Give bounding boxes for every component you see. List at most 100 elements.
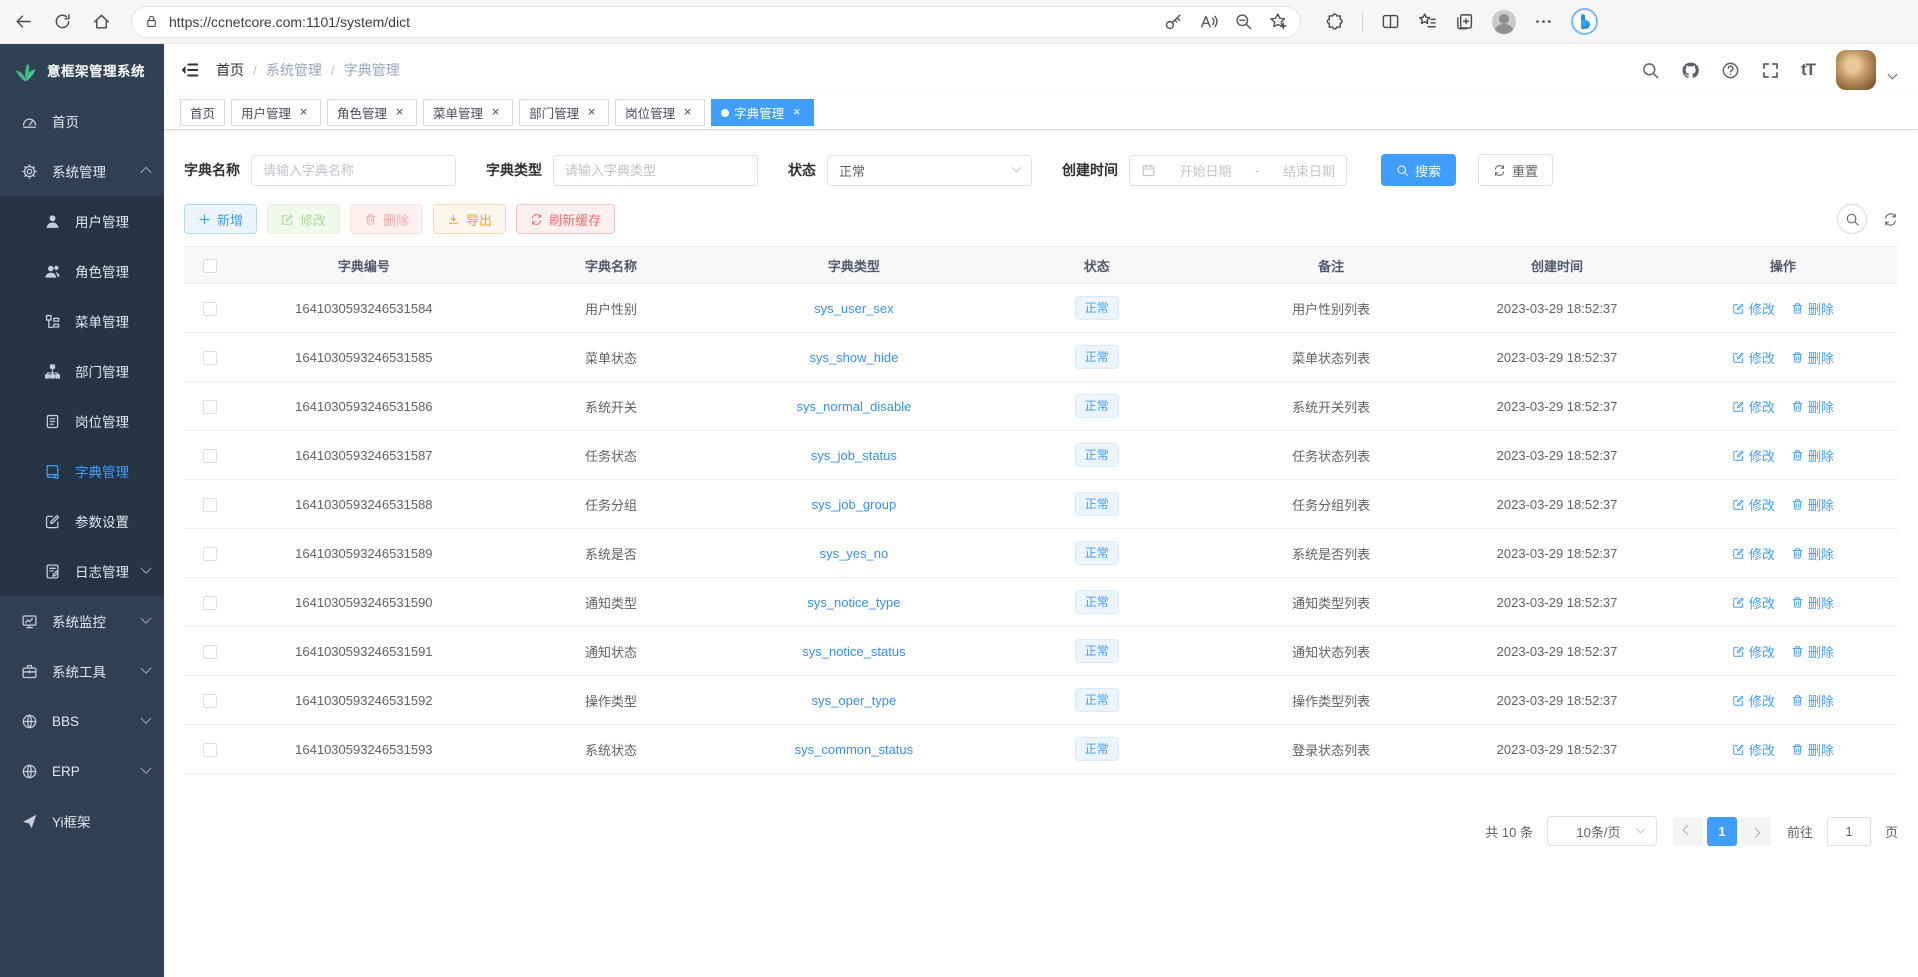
- row-edit-button[interactable]: 修改: [1732, 397, 1775, 416]
- row-edit-button[interactable]: 修改: [1732, 544, 1775, 563]
- tab-dict-mgmt[interactable]: 字典管理×: [711, 99, 814, 126]
- browser-back-icon[interactable]: [14, 12, 33, 31]
- row-checkbox[interactable]: [203, 302, 217, 316]
- status-select[interactable]: 正常: [827, 155, 1032, 186]
- add-button[interactable]: 新增: [184, 204, 257, 234]
- refresh-table-icon[interactable]: [1883, 212, 1898, 227]
- row-delete-button[interactable]: 删除: [1791, 495, 1834, 514]
- tab-menu-mgmt[interactable]: 菜单管理×: [423, 99, 513, 126]
- dict-type-link[interactable]: sys_oper_type: [812, 693, 897, 708]
- close-icon[interactable]: ×: [392, 105, 407, 120]
- row-delete-button[interactable]: 删除: [1791, 544, 1834, 563]
- url-text[interactable]: https://ccnetcore.com:1101/system/dict: [169, 14, 1154, 30]
- close-icon[interactable]: ×: [680, 105, 695, 120]
- row-delete-button[interactable]: 删除: [1791, 299, 1834, 318]
- row-edit-button[interactable]: 修改: [1732, 593, 1775, 612]
- more-menu-icon[interactable]: [1534, 12, 1553, 31]
- sidebar-item-dict-mgmt[interactable]: 字典管理: [0, 446, 164, 496]
- close-icon[interactable]: ×: [296, 105, 311, 120]
- bing-chat-icon[interactable]: [1571, 8, 1598, 35]
- date-end-placeholder[interactable]: 结束日期: [1283, 161, 1335, 180]
- sidebar-item-user-mgmt[interactable]: 用户管理: [0, 196, 164, 246]
- page-1-button[interactable]: 1: [1707, 817, 1737, 846]
- favorites-list-icon[interactable]: [1418, 12, 1437, 31]
- row-checkbox[interactable]: [203, 400, 217, 414]
- zoom-out-icon[interactable]: [1234, 12, 1253, 31]
- row-delete-button[interactable]: 删除: [1791, 642, 1834, 661]
- row-checkbox[interactable]: [203, 743, 217, 757]
- row-delete-button[interactable]: 删除: [1791, 446, 1834, 465]
- row-edit-button[interactable]: 修改: [1732, 691, 1775, 710]
- tab-role-mgmt[interactable]: 角色管理×: [327, 99, 417, 126]
- row-checkbox[interactable]: [203, 351, 217, 365]
- sidebar-item-dept-mgmt[interactable]: 部门管理: [0, 346, 164, 396]
- split-screen-icon[interactable]: [1381, 12, 1400, 31]
- sidebar-collapse-icon[interactable]: [180, 60, 200, 80]
- date-range-picker[interactable]: 开始日期 - 结束日期: [1129, 155, 1347, 186]
- sidebar-item-post-mgmt[interactable]: 岗位管理: [0, 396, 164, 446]
- dict-type-link[interactable]: sys_normal_disable: [796, 399, 911, 414]
- read-aloud-icon[interactable]: [1199, 12, 1218, 31]
- row-checkbox[interactable]: [203, 694, 217, 708]
- sidebar-item-param-settings[interactable]: 参数设置: [0, 496, 164, 546]
- row-edit-button[interactable]: 修改: [1732, 642, 1775, 661]
- sidebar-item-bbs[interactable]: BBS: [0, 696, 164, 746]
- export-button[interactable]: 导出: [433, 204, 506, 234]
- sidebar-item-yi-framework[interactable]: Yi框架: [0, 796, 164, 846]
- breadcrumb-system[interactable]: 系统管理: [266, 60, 322, 80]
- dict-type-link[interactable]: sys_job_group: [812, 497, 897, 512]
- row-checkbox[interactable]: [203, 449, 217, 463]
- dict-type-link[interactable]: sys_user_sex: [814, 301, 893, 316]
- row-delete-button[interactable]: 删除: [1791, 397, 1834, 416]
- search-button[interactable]: 搜索: [1381, 154, 1456, 186]
- dict-type-link[interactable]: sys_yes_no: [820, 546, 889, 561]
- header-search-icon[interactable]: [1641, 61, 1660, 80]
- goto-page-input[interactable]: [1827, 817, 1871, 846]
- dict-type-link[interactable]: sys_notice_status: [802, 644, 905, 659]
- sidebar-item-system-tools[interactable]: 系统工具: [0, 646, 164, 696]
- edit-button[interactable]: 修改: [267, 204, 340, 234]
- sidebar-item-log-mgmt[interactable]: 日志管理: [0, 546, 164, 596]
- delete-button[interactable]: 删除: [350, 204, 423, 234]
- toggle-search-button[interactable]: [1837, 204, 1867, 234]
- row-checkbox[interactable]: [203, 547, 217, 561]
- refresh-cache-button[interactable]: 刷新缓存: [516, 204, 615, 234]
- next-page-button[interactable]: [1741, 817, 1771, 846]
- lock-icon[interactable]: [144, 14, 159, 29]
- row-delete-button[interactable]: 删除: [1791, 593, 1834, 612]
- collections-icon[interactable]: [1455, 12, 1474, 31]
- app-logo-row[interactable]: 意框架管理系统: [0, 44, 164, 96]
- select-all-checkbox[interactable]: [203, 259, 217, 273]
- dict-type-link[interactable]: sys_job_status: [811, 448, 897, 463]
- browser-profile-avatar[interactable]: [1492, 10, 1516, 34]
- dict-type-link[interactable]: sys_notice_type: [807, 595, 900, 610]
- date-start-placeholder[interactable]: 开始日期: [1180, 161, 1232, 180]
- dict-type-input[interactable]: [553, 155, 758, 186]
- row-edit-button[interactable]: 修改: [1732, 348, 1775, 367]
- row-checkbox[interactable]: [203, 498, 217, 512]
- row-delete-button[interactable]: 删除: [1791, 691, 1834, 710]
- close-icon[interactable]: ×: [488, 105, 503, 120]
- row-checkbox[interactable]: [203, 596, 217, 610]
- font-size-icon[interactable]: tT: [1801, 60, 1815, 80]
- tab-post-mgmt[interactable]: 岗位管理×: [615, 99, 705, 126]
- breadcrumb-home[interactable]: 首页: [216, 60, 244, 80]
- user-avatar[interactable]: [1836, 50, 1876, 90]
- browser-home-icon[interactable]: [92, 12, 111, 31]
- close-icon[interactable]: ×: [584, 105, 599, 120]
- tab-home[interactable]: 首页: [180, 99, 225, 126]
- tab-user-mgmt[interactable]: 用户管理×: [231, 99, 321, 126]
- fullscreen-icon[interactable]: [1761, 61, 1780, 80]
- row-edit-button[interactable]: 修改: [1732, 495, 1775, 514]
- sidebar-item-role-mgmt[interactable]: 角色管理: [0, 246, 164, 296]
- row-delete-button[interactable]: 删除: [1791, 740, 1834, 759]
- extensions-icon[interactable]: [1325, 12, 1344, 31]
- sidebar-item-erp[interactable]: ERP: [0, 746, 164, 796]
- row-delete-button[interactable]: 删除: [1791, 348, 1834, 367]
- row-checkbox[interactable]: [203, 645, 217, 659]
- avatar-caret-icon[interactable]: [1888, 69, 1898, 79]
- password-key-icon[interactable]: [1164, 12, 1183, 31]
- row-edit-button[interactable]: 修改: [1732, 740, 1775, 759]
- row-edit-button[interactable]: 修改: [1732, 446, 1775, 465]
- github-icon[interactable]: [1681, 61, 1700, 80]
